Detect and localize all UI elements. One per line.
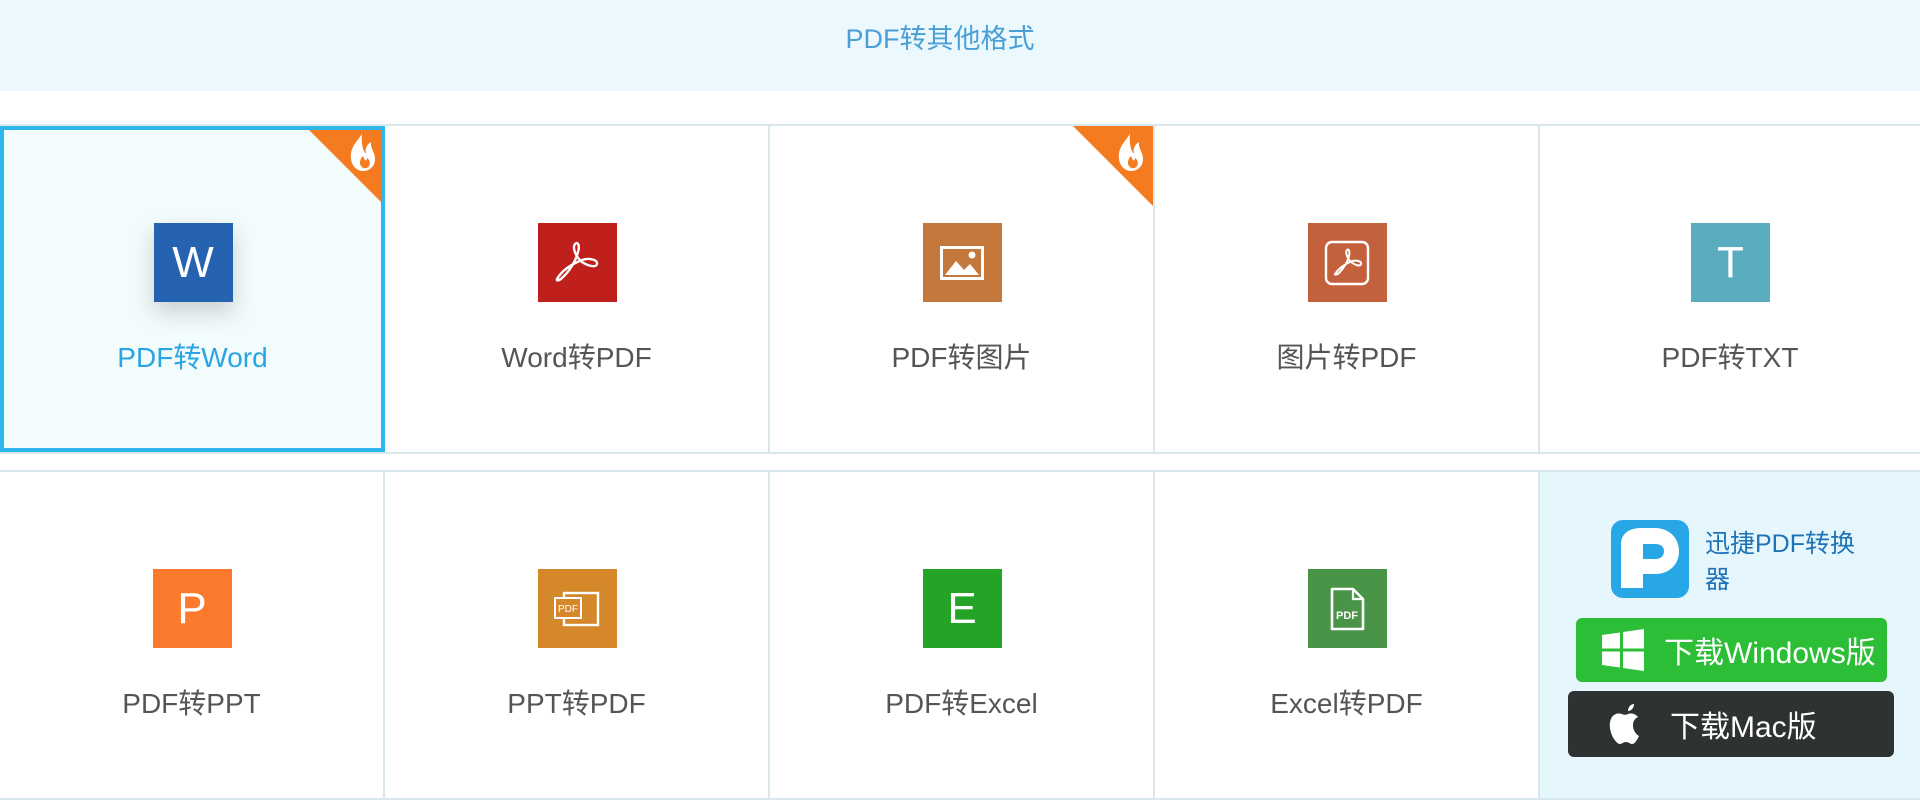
- tool-label: PDF转TXT: [1661, 342, 1799, 373]
- tool-excel-to-pdf[interactable]: PDF Excel转PDF: [1155, 472, 1540, 798]
- txt-icon-letter: T: [1717, 237, 1744, 287]
- excel-pdf-icon: PDF: [1307, 569, 1387, 648]
- hot-badge-icon: [1073, 126, 1153, 206]
- tab-pdf-to-other[interactable]: PDF转其他格式: [846, 17, 1035, 56]
- tool-label: Excel转PDF: [1270, 688, 1423, 719]
- pdf-icon: [537, 223, 617, 302]
- download-windows-button[interactable]: 下载Windows版: [1576, 618, 1887, 682]
- txt-icon: T: [1691, 223, 1770, 302]
- tool-grid-row-1: W PDF转Word Word转PDF PDF转图片 图片转PDF T PDF转…: [0, 124, 1920, 454]
- download-windows-label: 下载Windows版: [1664, 637, 1876, 670]
- tool-pdf-to-image[interactable]: PDF转图片: [770, 126, 1155, 452]
- tool-label: Word转PDF: [501, 342, 652, 373]
- tool-label: PDF转Word: [117, 342, 268, 373]
- tool-label: PDF转PPT: [122, 688, 261, 719]
- windows-icon: [1602, 629, 1644, 671]
- acrobat-frame-icon: [1324, 240, 1370, 285]
- format-tab-bar: PDF转其他格式: [0, 0, 1920, 91]
- tool-label: PDF转图片: [891, 342, 1032, 373]
- excel-icon-letter: E: [947, 583, 977, 633]
- app-info: 迅捷PDF转换器: [1611, 520, 1855, 598]
- tool-pdf-to-txt[interactable]: T PDF转TXT: [1540, 126, 1920, 452]
- pdf-file-icon: PDF: [1330, 587, 1365, 630]
- tool-grid-row-2: P PDF转PPT PDF PPT转PDF E PDF转Excel PDF Ex…: [0, 470, 1920, 800]
- pdf-doc-icon: [1307, 223, 1387, 302]
- slide-pdf-icon: PDF: [554, 591, 600, 626]
- apple-icon: [1609, 704, 1639, 744]
- tool-label: PDF转Excel: [885, 688, 1038, 719]
- acrobat-icon: [555, 241, 599, 282]
- tool-word-to-pdf[interactable]: Word转PDF: [385, 126, 770, 452]
- tool-pdf-to-excel[interactable]: E PDF转Excel: [770, 472, 1155, 798]
- ppt-pdf-icon-text: PDF: [558, 604, 578, 615]
- ppt-icon: P: [152, 569, 232, 648]
- image-icon: [922, 223, 1002, 302]
- tool-pdf-to-ppt[interactable]: P PDF转PPT: [0, 472, 385, 798]
- ppt-pdf-icon: PDF: [537, 569, 617, 648]
- excel-pdf-icon-text: PDF: [1336, 610, 1358, 622]
- tool-label: 图片转PDF: [1276, 342, 1417, 373]
- xunjie-logo-icon: [1611, 520, 1689, 598]
- download-mac-label: 下载Mac版: [1670, 711, 1817, 744]
- excel-icon: E: [922, 569, 1002, 648]
- picture-icon: [940, 245, 984, 280]
- tool-label: PPT转PDF: [507, 688, 646, 719]
- app-name: 迅捷PDF转换器: [1705, 530, 1856, 594]
- tool-pdf-to-word[interactable]: W PDF转Word: [0, 126, 385, 452]
- tool-image-to-pdf[interactable]: 图片转PDF: [1155, 126, 1540, 452]
- ppt-icon-letter: P: [177, 583, 207, 633]
- hot-badge-icon: [309, 130, 381, 202]
- download-promo: 迅捷PDF转换器 下载Windows版 下载Mac版: [1540, 472, 1920, 798]
- word-icon: W: [153, 223, 233, 302]
- download-mac-button[interactable]: 下载Mac版: [1568, 691, 1894, 757]
- word-icon-letter: W: [172, 237, 214, 287]
- tool-ppt-to-pdf[interactable]: PDF PPT转PDF: [385, 472, 770, 798]
